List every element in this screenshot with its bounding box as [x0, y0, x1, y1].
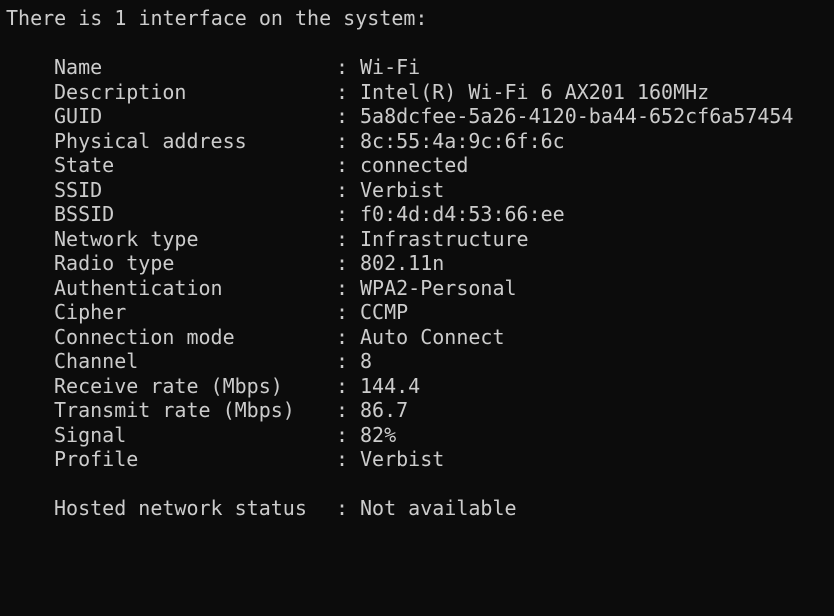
field-value: Wi-Fi [360, 55, 421, 79]
field-row-profile: Profile : Verbist [0, 447, 834, 471]
field-separator: : [336, 153, 349, 177]
field-separator: : [336, 202, 349, 226]
field-key: Name [54, 55, 103, 79]
field-value: 802.11n [360, 251, 445, 275]
field-key: State [54, 153, 115, 177]
terminal-window: There is 1 interface on the system: Name… [0, 0, 834, 544]
field-row-authentication: Authentication : WPA2-Personal [0, 276, 834, 300]
field-value: 8 [360, 349, 373, 373]
field-separator: : [336, 496, 349, 520]
field-value: 86.7 [360, 398, 409, 422]
field-value: 144.4 [360, 374, 421, 398]
field-separator: : [336, 349, 349, 373]
field-row-connection-mode: Connection mode : Auto Connect [0, 325, 834, 349]
field-key: Authentication [54, 276, 223, 300]
field-separator: : [336, 276, 349, 300]
field-key: BSSID [54, 202, 115, 226]
field-row-receive-rate: Receive rate (Mbps) : 144.4 [0, 374, 834, 398]
field-separator: : [336, 398, 349, 422]
field-row-guid: GUID : 5a8dcfee-5a26-4120-ba44-652cf6a57… [0, 104, 834, 128]
field-value: Verbist [360, 447, 445, 471]
field-value: 5a8dcfee-5a26-4120-ba44-652cf6a57454 [360, 104, 794, 128]
field-separator: : [336, 178, 349, 202]
field-row-channel: Channel : 8 [0, 349, 834, 373]
field-separator: : [336, 55, 349, 79]
field-value: WPA2-Personal [360, 276, 517, 300]
field-key: Network type [54, 227, 199, 251]
field-key: Hosted network status [54, 496, 307, 520]
field-separator: : [336, 374, 349, 398]
field-key: GUID [54, 104, 103, 128]
field-row-bssid: BSSID : f0:4d:d4:53:66:ee [0, 202, 834, 226]
field-key: Description [54, 80, 187, 104]
field-separator: : [336, 447, 349, 471]
field-key: Profile [54, 447, 139, 471]
field-separator: : [336, 423, 349, 447]
field-row-ssid: SSID : Verbist [0, 178, 834, 202]
field-separator: : [336, 227, 349, 251]
field-row-cipher: Cipher : CCMP [0, 300, 834, 324]
field-key: Connection mode [54, 325, 235, 349]
field-row-state: State : connected [0, 153, 834, 177]
field-separator: : [336, 325, 349, 349]
field-value: f0:4d:d4:53:66:ee [360, 202, 565, 226]
field-row-hosted-network-status: Hosted network status : Not available [0, 496, 834, 520]
field-row-name: Name : Wi-Fi [0, 55, 834, 79]
field-key: Cipher [54, 300, 127, 324]
field-row-description: Description : Intel(R) Wi-Fi 6 AX201 160… [0, 80, 834, 104]
field-value: Infrastructure [360, 227, 529, 251]
field-row-network-type: Network type : Infrastructure [0, 227, 834, 251]
field-value: Verbist [360, 178, 445, 202]
field-value: connected [360, 153, 469, 177]
field-key: Transmit rate (Mbps) [54, 398, 295, 422]
field-value: CCMP [360, 300, 409, 324]
field-separator: : [336, 80, 349, 104]
field-separator: : [336, 251, 349, 275]
field-value: 82% [360, 423, 397, 447]
field-key: Signal [54, 423, 127, 447]
field-row-radio-type: Radio type : 802.11n [0, 251, 834, 275]
field-row-physical-address: Physical address : 8c:55:4a:9c:6f:6c [0, 129, 834, 153]
field-separator: : [336, 104, 349, 128]
field-key: Channel [54, 349, 139, 373]
field-key: Radio type [54, 251, 175, 275]
field-key: Physical address [54, 129, 247, 153]
field-row-transmit-rate: Transmit rate (Mbps) : 86.7 [0, 398, 834, 422]
field-value: 8c:55:4a:9c:6f:6c [360, 129, 565, 153]
field-separator: : [336, 300, 349, 324]
field-value: Intel(R) Wi-Fi 6 AX201 160MHz [360, 80, 710, 104]
field-key: Receive rate (Mbps) [54, 374, 283, 398]
field-value: Auto Connect [360, 325, 505, 349]
field-value: Not available [360, 496, 517, 520]
field-key: SSID [54, 178, 103, 202]
field-separator: : [336, 129, 349, 153]
field-row-signal: Signal : 82% [0, 423, 834, 447]
header-line: There is 1 interface on the system: [6, 6, 428, 30]
